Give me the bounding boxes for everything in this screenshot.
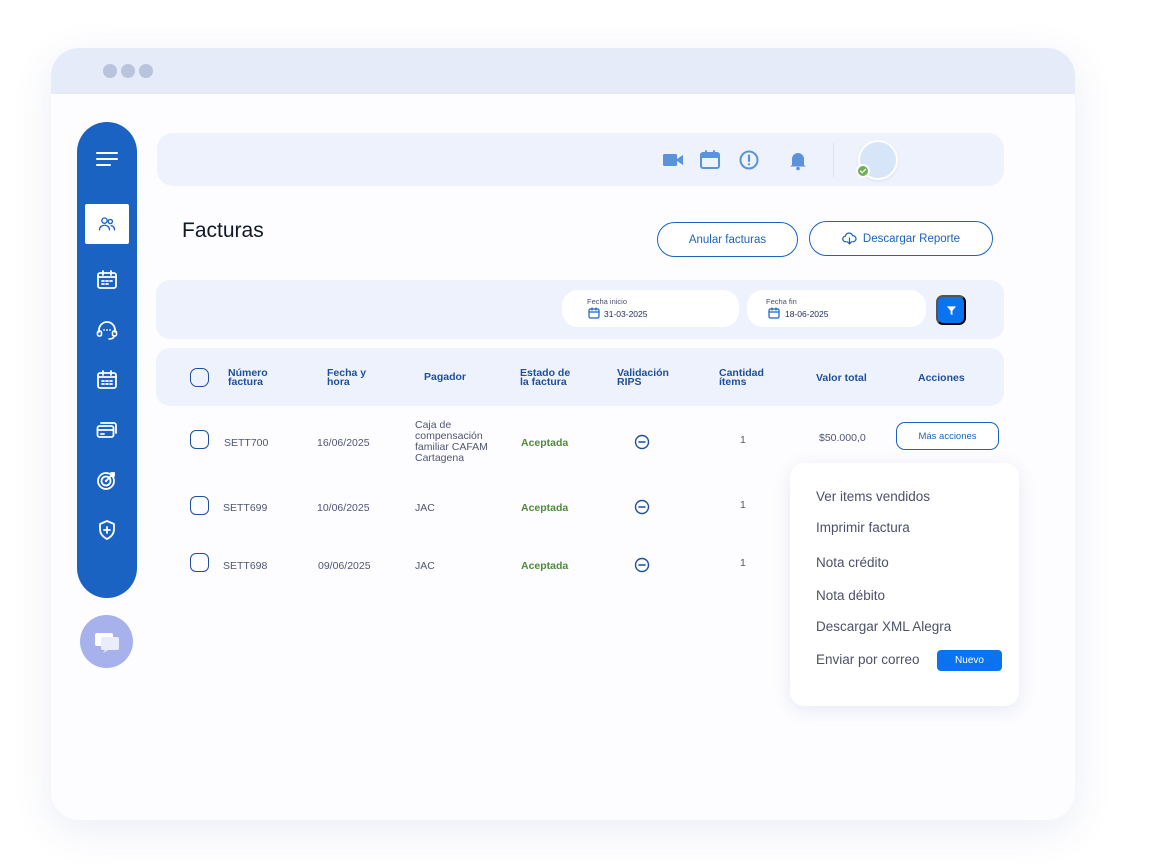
end-date-field[interactable]: Fecha fin 18-06-2025 bbox=[747, 290, 926, 327]
payment-card-icon bbox=[96, 422, 117, 438]
status-badge: Aceptada bbox=[521, 560, 569, 572]
menu-icon bbox=[96, 152, 118, 166]
sidebar-item-users[interactable] bbox=[85, 204, 129, 244]
filter-button[interactable] bbox=[936, 295, 966, 325]
calendar-icon bbox=[97, 270, 117, 289]
menu-item-view-items[interactable]: Ver items vendidos bbox=[816, 489, 930, 504]
window-dot bbox=[103, 64, 117, 78]
app-window: Facturas Anular facturas Descargar Repor… bbox=[51, 48, 1075, 820]
calendar-icon[interactable] bbox=[698, 148, 722, 172]
invoice-number: SETT700 bbox=[224, 437, 269, 449]
chat-icon bbox=[94, 632, 119, 653]
download-report-label: Descargar Reporte bbox=[862, 232, 961, 245]
filter-icon bbox=[946, 305, 956, 315]
cancel-invoices-button[interactable]: Anular facturas bbox=[657, 222, 798, 257]
more-actions-button[interactable]: Más acciones bbox=[896, 422, 999, 450]
sidebar-item-goals[interactable] bbox=[85, 460, 129, 500]
column-header-rips: Validación RIPS bbox=[617, 367, 669, 388]
column-header-qty: Cantidad ítems bbox=[719, 367, 764, 388]
invoice-date: 16/06/2025 bbox=[317, 437, 370, 449]
calendar-schedule-icon bbox=[97, 370, 117, 389]
menu-item-print-invoice[interactable]: Imprimir factura bbox=[816, 520, 910, 535]
column-header-status: Estado de la factura bbox=[520, 367, 571, 388]
window-titlebar bbox=[51, 48, 1075, 94]
start-date-label: Fecha inicio bbox=[587, 297, 628, 306]
invoice-payer: Caja de compensación familiar CAFAM Cart… bbox=[415, 419, 488, 464]
more-actions-menu: Ver items vendidos Imprimir factura Nota… bbox=[790, 463, 1019, 706]
sidebar-item-schedule[interactable] bbox=[85, 360, 129, 400]
window-dot bbox=[139, 64, 153, 78]
invoice-date: 10/06/2025 bbox=[317, 502, 370, 514]
chat-button[interactable] bbox=[80, 615, 133, 668]
invoice-total: $50.000,0 bbox=[819, 432, 866, 444]
support-headset-icon bbox=[96, 321, 118, 340]
column-header-date: Fecha y hora bbox=[327, 367, 367, 388]
end-date-label: Fecha fin bbox=[766, 297, 797, 306]
invoice-number: SETT698 bbox=[223, 560, 268, 572]
invoice-payer: JAC bbox=[415, 502, 435, 514]
sidebar-item-security[interactable] bbox=[85, 510, 129, 550]
download-report-button[interactable]: Descargar Reporte bbox=[809, 221, 993, 256]
shield-icon bbox=[99, 520, 115, 540]
sidebar-item-support[interactable] bbox=[85, 310, 129, 350]
row-checkbox[interactable] bbox=[190, 553, 209, 572]
calendar-icon bbox=[768, 307, 780, 319]
status-badge: Aceptada bbox=[521, 502, 569, 514]
sidebar bbox=[77, 122, 137, 598]
menu-item-credit-note[interactable]: Nota crédito bbox=[816, 555, 889, 570]
window-dot bbox=[121, 64, 135, 78]
table-header: Número factura Fecha y hora Pagador Estado… bbox=[156, 348, 1004, 406]
column-header-total: Valor total bbox=[816, 372, 867, 384]
column-header-number: Número factura bbox=[228, 367, 268, 388]
alert-icon[interactable] bbox=[737, 148, 761, 172]
menu-item-download-xml[interactable]: Descargar XML Alegra bbox=[816, 619, 951, 634]
cancel-invoices-label: Anular facturas bbox=[688, 233, 767, 246]
invoice-quantity: 1 bbox=[740, 557, 746, 569]
select-all-checkbox[interactable] bbox=[190, 368, 209, 387]
minus-circle-icon bbox=[634, 557, 650, 573]
bell-icon[interactable] bbox=[786, 148, 810, 172]
start-date-value: 31-03-2025 bbox=[604, 309, 648, 319]
end-date-value: 18-06-2025 bbox=[785, 309, 829, 319]
users-icon bbox=[98, 217, 116, 231]
invoice-quantity: 1 bbox=[740, 434, 746, 446]
topbar-divider bbox=[833, 143, 834, 177]
status-badge: Aceptada bbox=[521, 437, 569, 449]
minus-circle-icon bbox=[634, 499, 650, 515]
target-icon bbox=[97, 472, 115, 490]
sidebar-item-payments[interactable] bbox=[85, 410, 129, 450]
top-bar bbox=[157, 133, 1004, 186]
column-header-actions: Acciones bbox=[918, 372, 965, 384]
invoice-date: 09/06/2025 bbox=[318, 560, 371, 572]
invoice-payer: JAC bbox=[415, 560, 435, 572]
sidebar-item-calendar[interactable] bbox=[85, 260, 129, 300]
invoice-number: SETT699 bbox=[223, 502, 268, 514]
row-checkbox[interactable] bbox=[190, 496, 209, 515]
menu-item-debit-note[interactable]: Nota débito bbox=[816, 588, 885, 603]
calendar-icon bbox=[588, 307, 600, 319]
menu-item-send-email[interactable]: Enviar por correo bbox=[816, 652, 920, 667]
download-icon bbox=[842, 232, 857, 245]
column-header-payer: Pagador bbox=[424, 371, 467, 383]
date-filter-bar: Fecha inicio 31-03-2025 Fecha fin 18-06-… bbox=[156, 280, 1004, 339]
page-title: Facturas bbox=[182, 219, 264, 242]
invoice-quantity: 1 bbox=[740, 499, 746, 511]
minus-circle-icon bbox=[634, 434, 650, 450]
video-camera-icon[interactable] bbox=[661, 148, 685, 172]
start-date-field[interactable]: Fecha inicio 31-03-2025 bbox=[562, 290, 739, 327]
online-status-icon bbox=[856, 164, 870, 178]
new-badge: Nuevo bbox=[937, 650, 1002, 671]
menu-toggle-button[interactable] bbox=[85, 140, 129, 180]
row-checkbox[interactable] bbox=[190, 430, 209, 449]
